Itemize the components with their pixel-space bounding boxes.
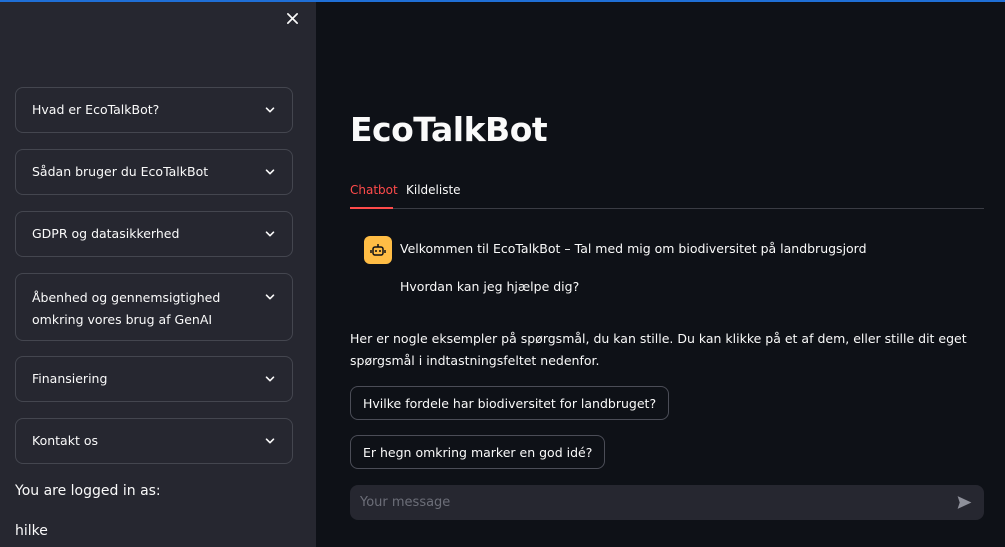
send-button[interactable] (954, 493, 974, 513)
active-tab-indicator (350, 207, 393, 209)
top-accent-line (0, 0, 1005, 2)
expander-label: Hvad er EcoTalkBot? (32, 102, 160, 117)
sidebar: Hvad er EcoTalkBot? Sådan bruger du EcoT… (0, 0, 316, 547)
close-icon (286, 12, 298, 24)
tab-chatbot[interactable]: Chatbot (350, 182, 398, 198)
expander-transparency[interactable]: Åbenhed og gennemsigtighed omkring vores… (15, 273, 293, 341)
expander-label: Kontakt os (32, 433, 98, 448)
chevron-down-icon (265, 376, 275, 382)
bot-message-welcome: Velkommen til EcoTalkBot – Tal med mig o… (400, 241, 867, 256)
logged-in-label: You are logged in as: (15, 483, 161, 499)
chevron-down-icon (265, 107, 275, 113)
close-sidebar-button[interactable] (282, 8, 302, 28)
tab-bar: Chatbot Kildeliste (350, 182, 984, 209)
chevron-down-icon (265, 438, 275, 444)
chat-message-input[interactable] (360, 495, 954, 510)
examples-intro-text: Her er nogle eksempler på spørgsmål, du … (350, 331, 967, 368)
expander-contact[interactable]: Kontakt os (15, 418, 293, 464)
username: hilke (15, 523, 48, 539)
expander-label: GDPR og datasikkerhed (32, 226, 180, 241)
example-question-button[interactable]: Er hegn omkring marker en god idé? (350, 435, 606, 469)
expander-label: Åbenhed og gennemsigtighed omkring vores… (32, 290, 221, 327)
chevron-down-icon (265, 294, 275, 300)
bot-avatar (364, 236, 392, 264)
expander-gdpr[interactable]: GDPR og datasikkerhed (15, 211, 293, 257)
example-question-button[interactable]: Hvilke fordele har biodiversitet for lan… (350, 386, 670, 420)
expander-how-to-use[interactable]: Sådan bruger du EcoTalkBot (15, 149, 293, 195)
expander-label: Sådan bruger du EcoTalkBot (32, 164, 209, 179)
bot-message-question: Hvordan kan jeg hjælpe dig? (400, 279, 580, 294)
expander-funding[interactable]: Finansiering (15, 356, 293, 402)
send-icon (957, 496, 971, 509)
page-title: EcoTalkBot (350, 110, 548, 149)
chevron-down-icon (265, 231, 275, 237)
tab-kildeliste[interactable]: Kildeliste (406, 182, 461, 198)
main-content: EcoTalkBot Chatbot Kildeliste Velkommen … (316, 0, 1005, 547)
chevron-down-icon (265, 169, 275, 175)
expander-what-is-ecotalkbot[interactable]: Hvad er EcoTalkBot? (15, 87, 293, 133)
expander-label: Finansiering (32, 371, 108, 386)
chat-input-container (350, 485, 984, 520)
robot-icon (370, 244, 386, 256)
